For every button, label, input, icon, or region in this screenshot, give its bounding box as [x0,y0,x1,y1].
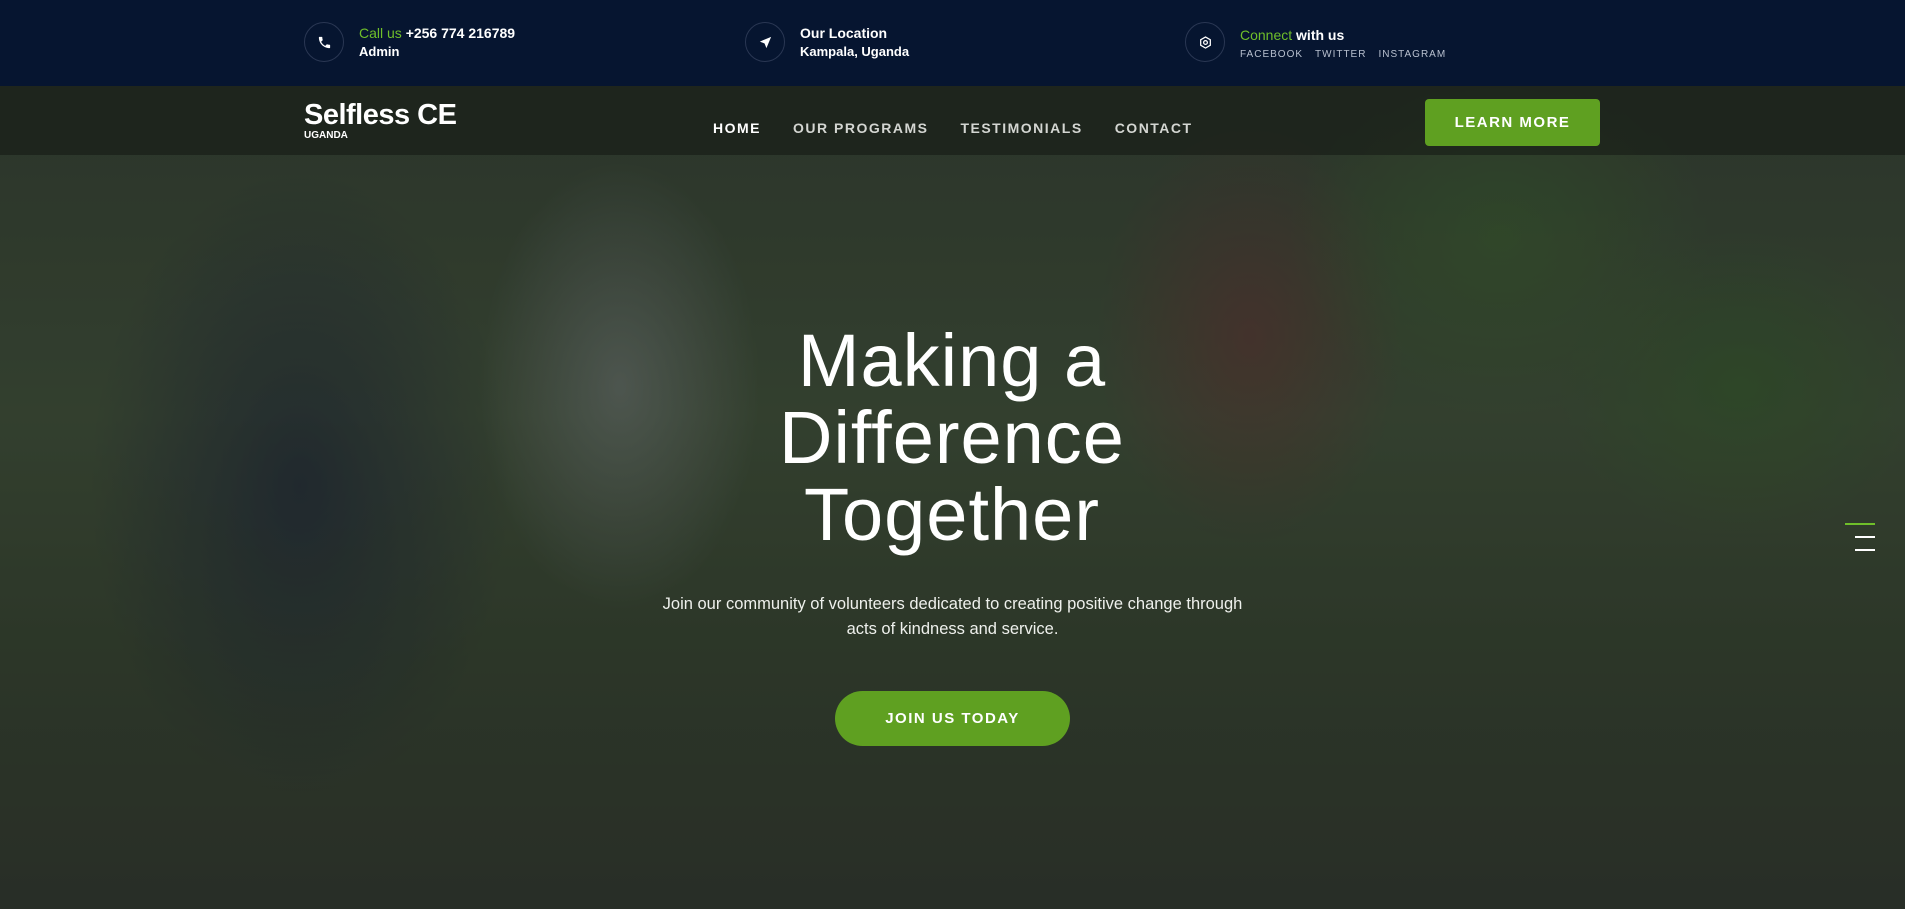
call-title: Call us +256 774 216789 [359,25,516,41]
nav-item-our-programs[interactable]: OUR PROGRAMS [793,120,928,136]
logo-name: Selfless CE [304,99,457,131]
location-info: Our Location Kampala, Uganda [745,22,909,62]
nav-item-contact[interactable]: CONTACT [1115,120,1193,136]
learn-more-button[interactable]: LEARN MORE [1425,99,1600,146]
location-sub: Kampala, Uganda [800,44,910,59]
network-icon [1185,22,1225,62]
site-logo[interactable]: Selfless CE UGANDA [304,99,457,142]
nav-item-home[interactable]: HOME [713,120,761,136]
hero-description: Join our community of volunteers dedicat… [640,592,1265,642]
navigation-arrow-icon [745,22,785,62]
top-info-bar: Call us +256 774 216789 Admin Our Locati… [0,0,1905,86]
description-line: Join our community of volunteers dedicat… [662,595,1243,613]
hero-headline: Making a Difference Together [652,322,1252,553]
instagram-link[interactable]: INSTAGRAM [1378,49,1446,60]
headline-line: Together [804,473,1100,556]
headline-line: Difference [779,396,1125,479]
logo-sub: UGANDA [304,130,348,141]
nav-menu: HOME OUR PROGRAMS TESTIMONIALS CONTACT [713,120,1225,136]
location-title: Our Location [800,25,888,41]
connect-title: Connect with us [1240,26,1345,43]
slider-nav-icon[interactable] [1845,523,1875,562]
main-nav: Selfless CE UGANDA HOME OUR PROGRAMS TES… [0,86,1905,155]
connect-info: Connect with us FACEBOOK TWITTER INSTAGR… [1185,22,1446,62]
call-sub: Admin [359,44,400,59]
description-line: acts of kindness and service. [846,620,1059,638]
call-info: Call us +256 774 216789 Admin [304,22,515,62]
headline-line: Making a [797,319,1107,402]
nav-item-testimonials[interactable]: TESTIMONIALS [960,120,1082,136]
phone-icon [304,22,344,62]
twitter-link[interactable]: TWITTER [1315,49,1366,60]
join-us-button[interactable]: JOIN US TODAY [835,691,1070,746]
facebook-link[interactable]: FACEBOOK [1240,49,1303,60]
phone-number[interactable]: +256 774 216789 [406,25,515,41]
social-links: FACEBOOK TWITTER INSTAGRAM [1240,49,1446,60]
